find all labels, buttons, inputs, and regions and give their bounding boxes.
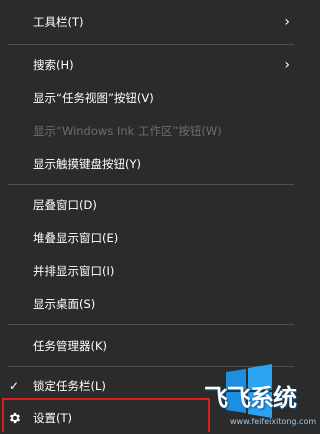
menu-item-label: 显示“Windows Ink 工作区”按钮(W) [33, 124, 222, 138]
menu-item-label: 任务管理器(K) [33, 339, 108, 353]
menu-item-cascade-windows[interactable]: 层叠窗口(D) [0, 189, 302, 221]
menu-separator [8, 44, 294, 45]
menu-item-show-windows-ink: 显示“Windows Ink 工作区”按钮(W) [0, 115, 302, 147]
menu-item-stack-windows[interactable]: 堆叠显示窗口(E) [0, 222, 302, 254]
menu-item-side-by-side-windows[interactable]: 并排显示窗口(I) [0, 255, 302, 287]
menu-item-show-desktop[interactable]: 显示桌面(S) [0, 288, 302, 320]
annotation-highlight-box [2, 398, 210, 432]
menu-item-label: 显示桌面(S) [33, 297, 96, 311]
menu-item-toolbars[interactable]: 工具栏(T) › [0, 6, 302, 38]
taskbar-context-menu: 工具栏(T) › 搜索(H) › 显示“任务视图”按钮(V) 显示“Window… [0, 0, 316, 432]
menu-separator [8, 184, 294, 185]
menu-item-label: 堆叠显示窗口(E) [33, 231, 119, 245]
menu-item-label: 搜索(H) [33, 58, 74, 72]
chevron-right-icon: › [284, 57, 290, 73]
chevron-right-icon: › [284, 14, 290, 30]
menu-item-label: 工具栏(T) [33, 15, 84, 29]
watermark-url: www.feifeixitong.com [230, 417, 317, 426]
menu-item-label: 层叠窗口(D) [33, 198, 97, 212]
menu-item-label: 显示“任务视图”按钮(V) [33, 91, 154, 105]
menu-item-label: 并排显示窗口(I) [33, 264, 115, 278]
menu-item-show-task-view[interactable]: 显示“任务视图”按钮(V) [0, 82, 302, 114]
menu-item-show-touch-keyboard[interactable]: 显示触摸键盘按钮(Y) [0, 148, 302, 180]
menu-item-search[interactable]: 搜索(H) › [0, 49, 302, 81]
watermark-logo-text: 飞飞系统 [204, 384, 297, 412]
menu-separator [8, 324, 294, 325]
menu-item-label: 显示触摸键盘按钮(Y) [33, 157, 141, 171]
